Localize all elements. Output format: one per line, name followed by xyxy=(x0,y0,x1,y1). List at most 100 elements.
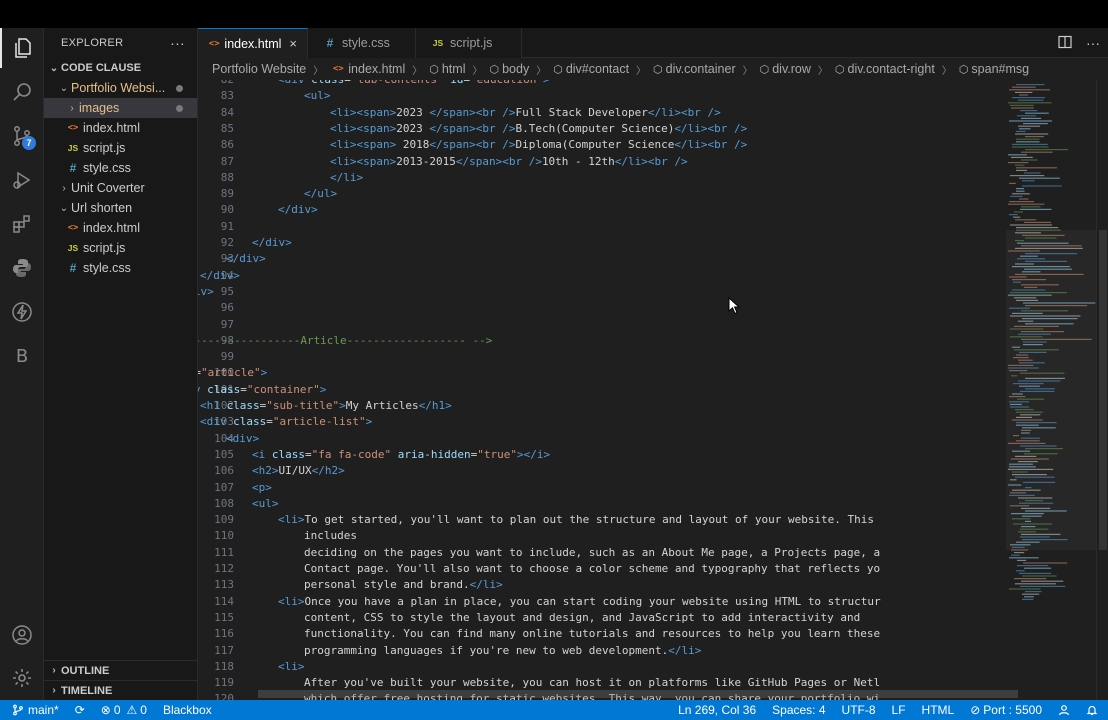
account-icon[interactable] xyxy=(0,615,44,655)
more-actions-icon[interactable]: ··· xyxy=(1086,35,1100,51)
breadcrumb-item[interactable]: <> index.html 〉 xyxy=(330,62,429,77)
close-icon[interactable]: × xyxy=(289,36,297,51)
minimap-line xyxy=(1025,591,1042,593)
code-line[interactable]: 88 </li> xyxy=(198,170,1006,186)
code-line[interactable]: 116 functionality. You can find many onli… xyxy=(198,626,1006,642)
breadcrumb-item[interactable]: Portfolio Website 〉 xyxy=(212,62,330,77)
code-line[interactable]: 111 deciding on the pages you want to inc… xyxy=(198,545,1006,561)
cursor-position[interactable]: Ln 269, Col 36 xyxy=(670,700,764,720)
code-line[interactable]: 110 includes xyxy=(198,528,1006,544)
code-line[interactable]: 94 </div> xyxy=(198,268,1006,284)
branch-indicator[interactable]: main* xyxy=(0,700,67,720)
code-line[interactable]: 91 xyxy=(198,219,1006,235)
code-editor[interactable]: 82<div class="tab-contents" id="educatio… xyxy=(198,80,1006,700)
encoding[interactable]: UTF-8 xyxy=(834,700,884,720)
code-line[interactable]: 93 </div> xyxy=(198,251,1006,267)
line-content: </div> xyxy=(278,202,318,218)
file-index-html[interactable]: <> index.html xyxy=(44,118,197,138)
file-script-js[interactable]: JS script.js xyxy=(44,138,197,158)
live-server-port[interactable]: ⊘ Port : 5500 xyxy=(962,700,1050,720)
code-line[interactable]: 115 content, CSS to style the layout and … xyxy=(198,610,1006,626)
code-line[interactable]: 95</div> xyxy=(198,284,1006,300)
timeline-section[interactable]: › TIMELINE xyxy=(44,680,198,700)
horizontal-scrollbar[interactable] xyxy=(258,690,1018,698)
code-line[interactable]: 86 <li><span> 2018</span><br />Diploma(Co… xyxy=(198,137,1006,153)
more-actions-icon[interactable]: ··· xyxy=(170,35,185,51)
code-line[interactable]: 106 <h2>UI/UX</h2> xyxy=(198,463,1006,479)
code-line[interactable]: 92 </div> xyxy=(198,235,1006,251)
code-line[interactable]: 117 programming languages if you're new t… xyxy=(198,643,1006,659)
search-icon[interactable] xyxy=(0,72,44,112)
chevron-right-icon: 〉 xyxy=(817,65,828,77)
breadcrumb-item[interactable]: ⬡ div.contact-right 〉 xyxy=(835,62,959,77)
breadcrumb-item[interactable]: ⬡ div#contact 〉 xyxy=(553,62,653,77)
code-line[interactable]: 108 <ul> xyxy=(198,496,1006,512)
minimap[interactable] xyxy=(1006,80,1096,700)
code-line[interactable]: 98<!-- ------------------Article--------… xyxy=(198,333,1006,349)
code-line[interactable]: 113 personal style and brand.</li> xyxy=(198,577,1006,593)
tab-style-css[interactable]: # style.css xyxy=(308,28,416,58)
language-mode[interactable]: HTML xyxy=(914,700,963,720)
code-line[interactable]: 114 <li>Once you have a plan in place, yo… xyxy=(198,594,1006,610)
code-line[interactable]: 101<div class="container"> xyxy=(198,382,1006,398)
extensions-icon[interactable] xyxy=(0,204,44,244)
line-ending[interactable]: LF xyxy=(884,700,914,720)
code-line[interactable]: 89 </ul> xyxy=(198,186,1006,202)
code-line[interactable]: 109 <li>To get started, you'll want to pl… xyxy=(198,512,1006,528)
python-icon[interactable] xyxy=(0,248,44,288)
blackbox-icon[interactable]: B xyxy=(0,336,44,376)
file-script-js[interactable]: JS script.js xyxy=(44,238,197,258)
code-line[interactable]: 97 xyxy=(198,317,1006,333)
code-line[interactable]: 85 <li><span>2023 </span><br />B.Tech(Com… xyxy=(198,121,1006,137)
tab-index-html[interactable]: <> index.html × xyxy=(198,28,308,58)
code-line[interactable]: 100<div id="article"> xyxy=(198,365,1006,381)
notifications-bell-icon[interactable] xyxy=(1078,700,1108,720)
breadcrumb-item[interactable]: ⬡ span#msg xyxy=(959,62,1029,76)
code-line[interactable]: 90 </div> xyxy=(198,202,1006,218)
code-line[interactable]: 105 <i class="fa fa-code" aria-hidden="tr… xyxy=(198,447,1006,463)
breadcrumb-item[interactable]: ⬡ body 〉 xyxy=(489,62,553,77)
scrollbar-thumb[interactable] xyxy=(1099,230,1107,550)
breadcrumb-item[interactable]: ⬡ div.row 〉 xyxy=(760,62,835,77)
code-line[interactable]: 107 <p> xyxy=(198,480,1006,496)
code-line[interactable]: 87 <li><span>2013-2015</span><br />10th -… xyxy=(198,154,1006,170)
minimap-line xyxy=(1020,372,1065,374)
code-line[interactable]: 96</div> xyxy=(198,300,1006,316)
file-style-css[interactable]: # style.css xyxy=(44,258,197,278)
settings-gear-icon[interactable] xyxy=(0,658,44,698)
source-control-icon[interactable]: 7 xyxy=(0,116,44,156)
file-index-html[interactable]: <> index.html xyxy=(44,218,197,238)
lightning-icon[interactable] xyxy=(0,292,44,332)
code-line[interactable]: 118 <li> xyxy=(198,659,1006,675)
folder-images[interactable]: › images xyxy=(44,98,197,118)
code-line[interactable]: 104 <div> xyxy=(198,431,1006,447)
workspace-root[interactable]: ⌄ CODE CLAUSE xyxy=(44,58,197,78)
code-line[interactable]: 99 xyxy=(198,349,1006,365)
breadcrumb-item[interactable]: ⬡ div.container 〉 xyxy=(653,62,760,77)
code-token: "fa fa-code" xyxy=(311,447,392,461)
tab-script-js[interactable]: JS script.js xyxy=(416,28,522,58)
explorer-icon[interactable] xyxy=(0,28,44,68)
folder-unit-coverter[interactable]: › Unit Coverter xyxy=(44,178,197,198)
split-editor-icon[interactable] xyxy=(1058,35,1072,52)
problems-indicator[interactable]: ⊗ 0 ⚠ 0 xyxy=(93,700,155,720)
breadcrumb-item[interactable]: ⬡ html 〉 xyxy=(429,62,489,77)
folder-portfolio-website[interactable]: ⌄ Portfolio Websi... xyxy=(44,78,197,98)
outline-section[interactable]: › OUTLINE xyxy=(44,660,198,680)
code-line[interactable]: 119 After you've built your website, you … xyxy=(198,675,1006,691)
run-debug-icon[interactable] xyxy=(0,160,44,200)
folder-url-shorten[interactable]: ⌄ Url shorten xyxy=(44,198,197,218)
code-line[interactable]: 82<div class="tab-contents" id="educatio… xyxy=(198,80,1006,88)
blackbox-status[interactable]: Blackbox xyxy=(155,700,220,720)
file-style-css[interactable]: # style.css xyxy=(44,158,197,178)
sync-icon[interactable]: ⟳ xyxy=(67,700,93,720)
code-line[interactable]: 103 <div class="article-list"> xyxy=(198,414,1006,430)
code-token: <li> xyxy=(278,594,305,608)
code-line[interactable]: 84 <li><span>2023 </span><br />Full Stack… xyxy=(198,105,1006,121)
code-line[interactable]: 112 Contact page. You'll also want to cho… xyxy=(198,561,1006,577)
vertical-scrollbar[interactable] xyxy=(1096,80,1108,700)
accounts-icon[interactable] xyxy=(1050,700,1078,720)
code-line[interactable]: 102 <h1 class="sub-title">My Articles</h1… xyxy=(198,398,1006,414)
code-line[interactable]: 83 <ul> xyxy=(198,88,1006,104)
indentation[interactable]: Spaces: 4 xyxy=(764,700,833,720)
